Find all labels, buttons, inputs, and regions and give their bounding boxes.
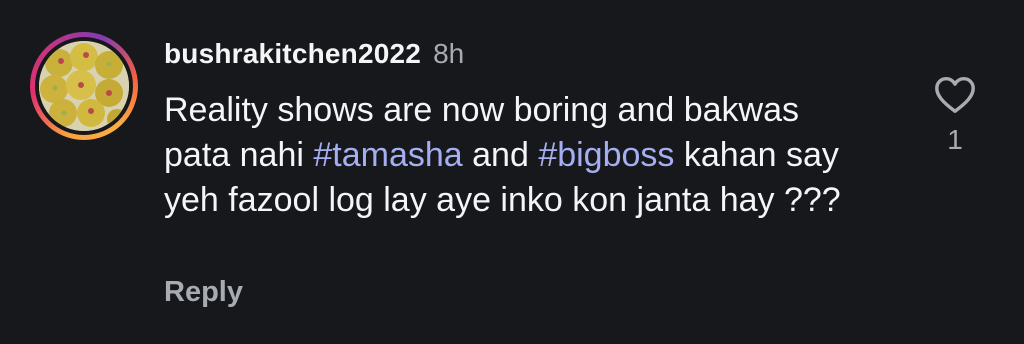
comment-text: Reality shows are now boring and bakwas … (164, 88, 864, 223)
hashtag-tamasha[interactable]: #tamasha (313, 136, 462, 174)
comment: bushrakitchen2022 8h Reality shows are n… (0, 0, 1024, 344)
like-count: 1 (947, 124, 963, 155)
story-ring[interactable] (30, 32, 138, 140)
avatar-image (39, 41, 129, 131)
like-button[interactable] (932, 72, 978, 118)
hashtag-bigboss[interactable]: #bigboss (538, 136, 674, 174)
comment-text-segment: and (462, 136, 539, 174)
username[interactable]: bushrakitchen2022 (164, 38, 421, 70)
avatar[interactable] (39, 41, 129, 131)
heart-outline-icon (935, 76, 975, 114)
comment-header: bushrakitchen2022 8h (164, 38, 464, 74)
timestamp: 8h (433, 38, 465, 69)
reply-button[interactable]: Reply (164, 276, 243, 309)
